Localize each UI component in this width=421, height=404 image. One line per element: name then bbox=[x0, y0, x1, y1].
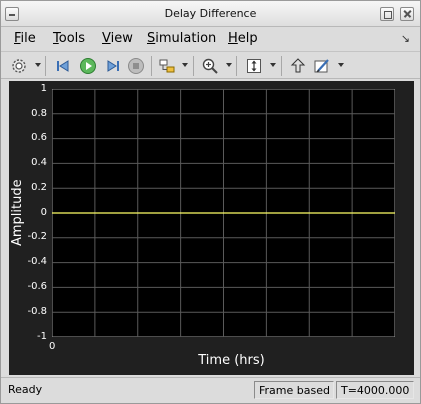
menu-help[interactable]: Help bbox=[228, 31, 258, 46]
y-tick-label: 0.6 bbox=[31, 132, 47, 143]
y-tick-label: -0.6 bbox=[27, 281, 47, 292]
y-tick-label: -0.8 bbox=[27, 306, 47, 317]
toolbar bbox=[1, 51, 420, 79]
zoom-dropdown-icon[interactable] bbox=[226, 63, 232, 67]
scope-window: Delay Difference File Tools View Simulat… bbox=[0, 0, 421, 404]
menu-overflow-icon[interactable]: ↘ bbox=[401, 32, 410, 45]
toolbar-separator bbox=[236, 56, 237, 76]
toolbar-separator bbox=[193, 56, 194, 76]
menu-help-label: elp bbox=[237, 31, 258, 46]
window-title: Delay Difference bbox=[164, 7, 257, 20]
style-icon[interactable] bbox=[312, 56, 332, 76]
menu-simulation-label: imulation bbox=[155, 31, 217, 46]
simulation-time-indicator: T=4000.000 bbox=[336, 381, 414, 399]
step-forward-icon[interactable] bbox=[103, 56, 123, 76]
y-tick-label: -1 bbox=[37, 331, 47, 342]
toolbar-separator bbox=[45, 56, 46, 76]
scale-axes-icon[interactable] bbox=[244, 56, 264, 76]
highlight-dropdown-icon[interactable] bbox=[182, 63, 188, 67]
menu-simulation[interactable]: Simulation bbox=[147, 31, 216, 46]
menu-tools-label: ools bbox=[58, 31, 86, 46]
y-tick-label: 1 bbox=[40, 83, 47, 94]
y-tick-label: 0.4 bbox=[31, 157, 47, 168]
menu-view[interactable]: View bbox=[102, 31, 133, 46]
plot-axes[interactable] bbox=[52, 89, 395, 337]
settings-dropdown-icon[interactable] bbox=[35, 63, 41, 67]
menu-view-label: iew bbox=[110, 31, 133, 46]
menu-file-label: ile bbox=[20, 31, 36, 46]
style-dropdown-icon[interactable] bbox=[338, 63, 344, 67]
menu-file[interactable]: File bbox=[14, 31, 36, 46]
zoom-in-icon[interactable] bbox=[200, 56, 220, 76]
run-icon[interactable] bbox=[78, 56, 98, 76]
menu-help-mnemonic: H bbox=[228, 31, 238, 46]
stop-icon[interactable] bbox=[126, 56, 146, 76]
x-axis-label: Time (hrs) bbox=[198, 353, 265, 368]
scale-dropdown-icon[interactable] bbox=[270, 63, 276, 67]
step-back-icon[interactable] bbox=[53, 56, 73, 76]
status-text: Ready bbox=[8, 383, 43, 396]
menu-bar: File Tools View Simulation Help ↘ bbox=[1, 28, 420, 50]
settings-gear-icon[interactable] bbox=[9, 56, 29, 76]
y-tick-label: -0.4 bbox=[27, 256, 47, 267]
toolbar-separator bbox=[281, 56, 282, 76]
frame-mode-indicator: Frame based bbox=[254, 381, 334, 399]
y-tick-label: 0.8 bbox=[31, 108, 47, 119]
highlight-block-icon[interactable] bbox=[157, 56, 177, 76]
menu-tools[interactable]: Tools bbox=[53, 31, 85, 46]
y-axis-label: Amplitude bbox=[10, 179, 25, 246]
maximize-icon[interactable] bbox=[380, 7, 394, 21]
x-tick-label: 0 bbox=[49, 341, 56, 352]
menu-view-mnemonic: V bbox=[102, 31, 111, 46]
restore-view-icon[interactable] bbox=[288, 56, 308, 76]
status-bar: Ready Frame based T=4000.000 bbox=[1, 377, 420, 403]
title-bar: Delay Difference bbox=[1, 1, 420, 27]
close-icon[interactable] bbox=[400, 7, 414, 21]
toolbar-separator bbox=[151, 56, 152, 76]
